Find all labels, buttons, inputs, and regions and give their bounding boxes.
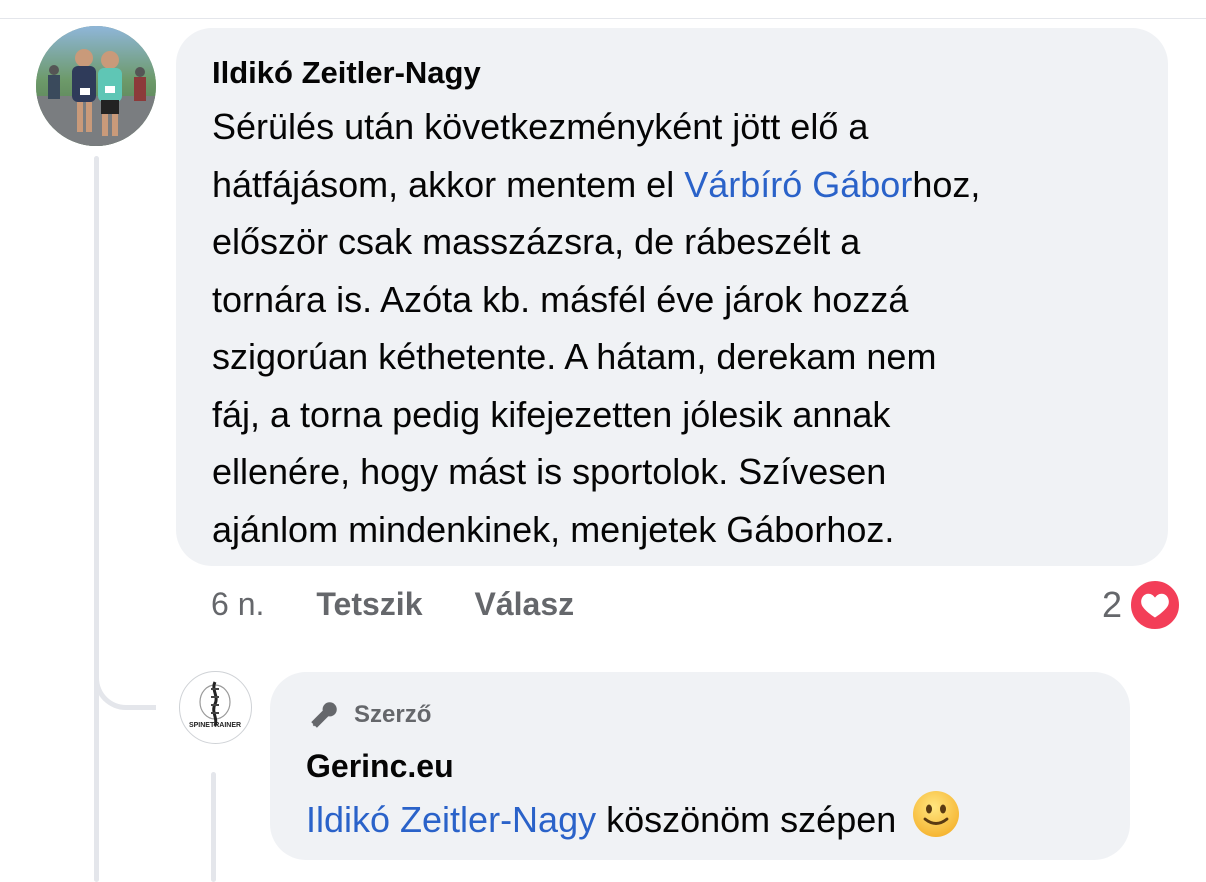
page-avatar[interactable]: SPINETRAINER [179,671,252,744]
reply-thread-line [211,772,216,882]
spinetrainer-logo: SPINETRAINER [189,681,241,729]
heart-icon [1128,578,1182,632]
svg-text:SPINETRAINER: SPINETRAINER [189,722,241,729]
comment-author[interactable]: Ildikó Zeitler-Nagy [212,54,481,92]
reply-text: Ildikó Zeitler-Nagy köszönöm szépen [306,790,960,850]
comment-line: szigorúan kéthetente. A hátam, derekam n… [212,336,937,377]
avatar-photo [36,26,156,146]
thread-line [94,156,99,882]
comment-line: ellenére, hogy mást is sportolok. Szíves… [212,451,887,492]
reaction-count: 2 [1101,584,1122,625]
smiley-emoji-icon [912,790,960,850]
comment-line: először csak masszázsra, de rábeszélt a [212,221,861,262]
author-badge: Szerző [306,698,431,732]
comment-line: hátfájásom, akkor mentem el Várbíró Gábo… [212,163,981,205]
comment-line: fáj, a torna pedig kifejezetten jólesik … [212,393,891,435]
reply-button[interactable]: Válasz [474,586,574,623]
reply-message: köszönöm szépen [596,799,897,840]
mention-link[interactable]: Ildikó Zeitler-Nagy [306,796,596,844]
comment-actions: 6 n. Tetszik Válasz [211,582,626,626]
comment-text: Sérülés után következményként jött elő a… [212,98,1152,558]
microphone-icon [311,702,337,728]
reply-author[interactable]: Gerinc.eu [306,746,454,786]
comment-timestamp[interactable]: 6 n. [211,586,264,623]
comment-line: ajánlom mindenkinek, menjetek Gáborhoz. [212,508,895,550]
reply-connector [94,600,156,710]
comment-line: tornára is. Azóta kb. másfél éve járok h… [212,278,909,320]
like-button[interactable]: Tetszik [316,586,422,623]
reply-bubble: Szerző Gerinc.eu Ildikó Zeitler-Nagy kös… [270,672,1130,860]
reactions-summary[interactable]: 2 [1102,578,1182,632]
commenter-avatar[interactable] [36,26,156,146]
author-badge-label: Szerző [354,701,432,728]
mention-link[interactable]: Várbíró Gábor [684,164,912,205]
top-divider [0,18,1206,19]
comment-bubble: Ildikó Zeitler-Nagy Sérülés után követke… [176,28,1168,566]
comment-line: Sérülés után következményként jött elő a [212,106,869,147]
